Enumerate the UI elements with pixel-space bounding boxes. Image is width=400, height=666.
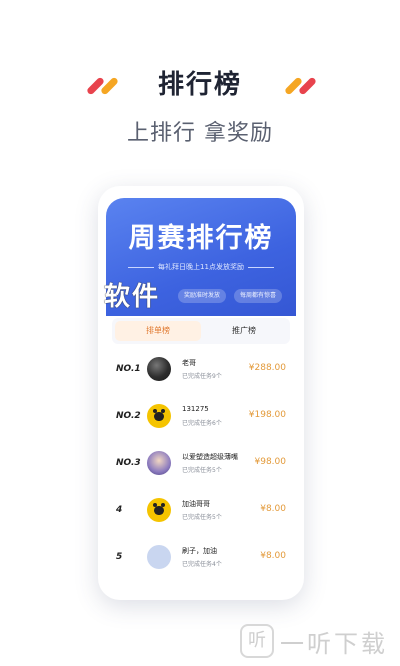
- listen-logo-icon: 听: [240, 624, 274, 658]
- task-count: 已完成任务4个: [182, 561, 222, 568]
- user-name: 老哥: [182, 359, 196, 367]
- leaderboard-row[interactable]: 5 刷子，加油 已完成任务4个 ¥8.00: [98, 538, 304, 578]
- anime-avatar: [147, 451, 171, 475]
- default-avatar: [147, 545, 171, 569]
- user-name: 131275: [182, 405, 209, 413]
- banner-subtitle-text: 每礼拜日晚上11点发放奖励: [158, 263, 244, 271]
- rank-label: 5: [116, 552, 123, 562]
- rank-label: NO.3: [116, 458, 141, 468]
- footer-watermark-logo: 听 一听下载: [240, 622, 390, 658]
- reward-amount: ¥8.00: [260, 551, 286, 561]
- bear-avatar: [147, 498, 171, 522]
- leaderboard-row[interactable]: NO.3 以爱塑造超级薄嘴 已完成任务5个 ¥98.00: [98, 444, 304, 484]
- reward-amount: ¥198.00: [248, 410, 286, 420]
- ranking-tabs: 排单榜 推广榜: [112, 318, 290, 344]
- task-count: 已完成任务5个: [182, 467, 222, 474]
- leaderboard-row[interactable]: NO.2 131275 已完成任务6个 ¥198.00: [98, 397, 304, 437]
- rank-label: 4: [116, 505, 123, 515]
- user-name: 刷子，加油: [182, 547, 217, 555]
- leaderboard-row[interactable]: 4 加油哥哥 已完成任务5个 ¥8.00: [98, 491, 304, 531]
- watermark-text: 软件: [104, 282, 161, 312]
- reward-amount: ¥98.00: [254, 457, 287, 467]
- rank-label: NO.2: [116, 411, 141, 421]
- task-count: 已完成任务5个: [182, 514, 222, 521]
- leaderboard-row[interactable]: NO.1 老哥 已完成任务9个 ¥288.00: [98, 350, 304, 390]
- reward-amount: ¥8.00: [260, 504, 286, 514]
- phone-mockup: 周赛排行榜 每礼拜日晚上11点发放奖励 奖励准时发放 每周都有惊喜 排单榜 推广…: [98, 186, 304, 600]
- bear-avatar: [147, 404, 171, 428]
- page-subtitle: 上排行 拿奖励: [127, 121, 273, 146]
- user-name: 加油哥哥: [182, 500, 210, 508]
- tab-promotion-ranking[interactable]: 推广榜: [201, 321, 287, 341]
- banner-pill-on-time: 奖励准时发放: [178, 289, 227, 303]
- photo-avatar: [147, 357, 171, 381]
- task-count: 已完成任务9个: [182, 373, 222, 380]
- banner-title: 周赛排行榜: [128, 223, 274, 254]
- banner-subtitle: 每礼拜日晚上11点发放奖励: [106, 262, 296, 272]
- footer-brand-text: 一听下载: [280, 630, 388, 658]
- page-title: 排行榜: [157, 70, 242, 100]
- task-count: 已完成任务6个: [182, 420, 222, 427]
- rank-label: NO.1: [116, 364, 141, 374]
- tab-order-ranking[interactable]: 排单榜: [115, 321, 201, 341]
- banner-pill-surprise: 每周都有惊喜: [234, 289, 283, 303]
- reward-amount: ¥288.00: [248, 363, 286, 373]
- user-name: 以爱塑造超级薄嘴: [182, 453, 238, 461]
